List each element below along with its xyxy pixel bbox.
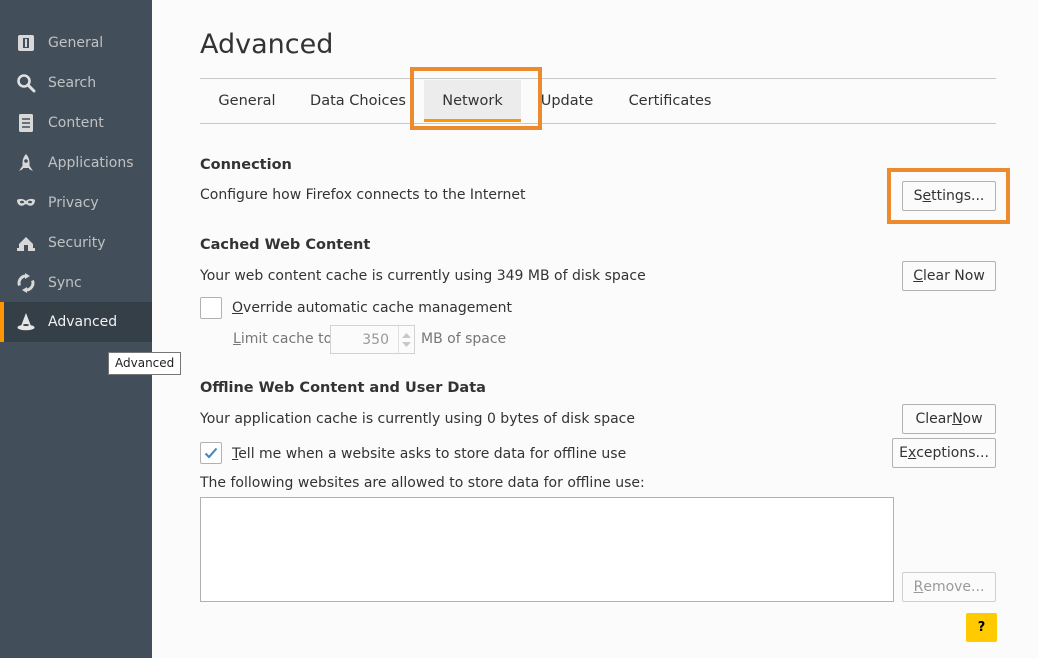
button-label-accesskey: x [907, 445, 917, 461]
search-icon [16, 73, 36, 93]
chevron-down-icon[interactable] [402, 342, 411, 348]
cache-usage-text: Your web content cache is currently usin… [200, 268, 646, 284]
button-label: emove... [923, 579, 985, 595]
privacy-mask-icon [16, 193, 36, 213]
tab-label: General [218, 93, 276, 109]
sidebar-item-security[interactable]: Security [0, 223, 152, 263]
offline-clear-now-button[interactable]: Clear Now [902, 404, 996, 434]
sidebar-item-general[interactable]: General [0, 23, 152, 63]
limit-cache-label: Limit cache to [233, 331, 332, 347]
applications-icon [16, 153, 36, 173]
highlight-box-network-tab [410, 67, 542, 130]
button-label: lear Now [923, 268, 985, 284]
label-text: verride automatic cache management [243, 300, 512, 316]
tab-data-choices[interactable]: Data Choices [300, 80, 416, 122]
button-label: E [899, 445, 908, 461]
button-label: ceptions... [916, 445, 989, 461]
button-label-accesskey: N [952, 411, 963, 427]
content-icon [16, 113, 36, 133]
spinbox-arrows[interactable] [398, 326, 414, 353]
sidebar-item-label: Content [48, 115, 104, 131]
label-accesskey: O [232, 300, 244, 316]
section-heading-offline-content: Offline Web Content and User Data [200, 380, 486, 396]
sidebar-item-label: Search [48, 75, 97, 91]
label-accesskey: L [233, 331, 241, 347]
section-heading-cached-web-content: Cached Web Content [200, 237, 371, 253]
sidebar-item-label: General [48, 35, 104, 51]
tab-certificates[interactable]: Certificates [617, 80, 723, 122]
tab-label: Update [540, 93, 594, 109]
page-title: Advanced [200, 29, 334, 60]
tooltip: Advanced [108, 352, 182, 375]
sidebar-item-label: Applications [48, 155, 134, 171]
advanced-wizard-hat-icon [16, 312, 36, 332]
offline-websites-list[interactable] [200, 497, 894, 602]
label-text: ell me when a website asks to store data… [238, 446, 627, 462]
offline-cache-usage-text: Your application cache is currently usin… [200, 411, 635, 427]
sidebar-item-applications[interactable]: Applications [0, 143, 152, 183]
override-cache-label[interactable]: Override automatic cache management [232, 300, 512, 316]
offline-allowed-label: The following websites are allowed to st… [200, 475, 645, 491]
limit-cache-unit: MB of space [421, 331, 507, 347]
sidebar: General Search Content Applications Priv… [0, 0, 152, 658]
cache-size-value[interactable]: 350 [331, 326, 399, 353]
tell-me-offline-checkbox[interactable] [200, 442, 222, 464]
connection-description: Configure how Firefox connects to the In… [200, 187, 526, 203]
sidebar-item-label: Sync [48, 275, 82, 291]
cache-size-spinbox[interactable]: 350 [330, 325, 415, 354]
sync-icon [16, 273, 36, 293]
section-heading-connection: Connection [200, 157, 292, 173]
sidebar-item-advanced[interactable]: Advanced [0, 302, 152, 342]
tab-label: Certificates [628, 93, 712, 109]
sidebar-item-label: Security [48, 235, 106, 251]
cache-clear-now-button[interactable]: Clear Now [902, 261, 996, 291]
sidebar-item-search[interactable]: Search [0, 63, 152, 103]
tab-general[interactable]: General [204, 80, 290, 122]
sidebar-item-content[interactable]: Content [0, 103, 152, 143]
offline-exceptions-button[interactable]: Ex ceptions... [892, 438, 996, 468]
divider [200, 78, 996, 79]
button-label-accesskey: C [913, 268, 923, 284]
offline-remove-button[interactable]: Remove... [902, 572, 996, 602]
help-button[interactable]: ? [966, 613, 997, 642]
button-label: ow [962, 411, 983, 427]
button-label: Clear [915, 411, 953, 427]
button-label-accesskey: R [913, 579, 924, 595]
tab-label: Data Choices [310, 93, 406, 109]
checkmark-icon [204, 447, 218, 459]
security-icon [16, 233, 36, 253]
chevron-up-icon[interactable] [402, 332, 411, 338]
override-cache-checkbox[interactable] [200, 297, 222, 319]
general-icon [16, 33, 36, 53]
sidebar-item-privacy[interactable]: Privacy [0, 183, 152, 223]
highlight-box-settings-button [887, 168, 1010, 224]
tell-me-offline-label[interactable]: Tell me when a website asks to store dat… [232, 446, 626, 462]
divider [200, 123, 996, 124]
sidebar-item-label: Privacy [48, 195, 99, 211]
label-text: imit cache to [240, 331, 333, 347]
sidebar-item-label: Advanced [48, 314, 118, 330]
sidebar-item-sync[interactable]: Sync [0, 263, 152, 303]
